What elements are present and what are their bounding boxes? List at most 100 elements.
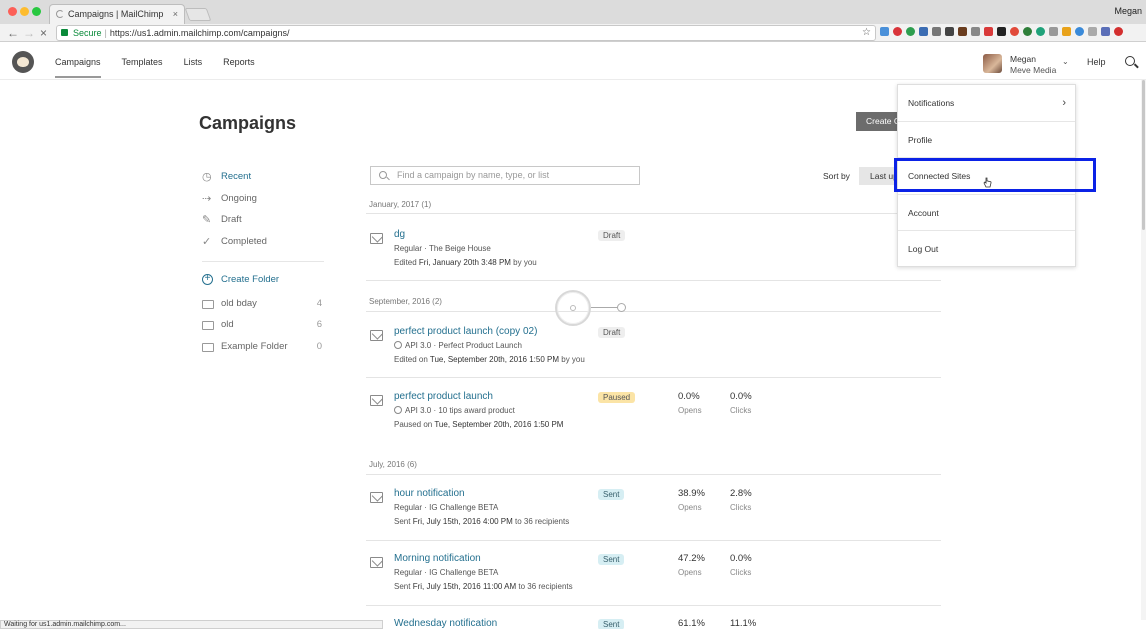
folder-item[interactable]: Example Folder 0 xyxy=(202,338,326,360)
folder-icon xyxy=(202,343,214,353)
filter-label: Recent xyxy=(221,171,252,182)
forward-arrow-icon[interactable]: → xyxy=(23,25,35,41)
filter-draft[interactable]: ✎ Draft xyxy=(202,211,326,233)
browser-tab[interactable]: Campaigns | MailChimp × xyxy=(49,4,185,24)
campaign-name[interactable]: Morning notification xyxy=(394,553,481,564)
menu-item-notifications[interactable]: Notifications › xyxy=(898,85,1075,121)
divider xyxy=(202,260,324,262)
extension-icon[interactable] xyxy=(1114,27,1123,36)
highlight-box xyxy=(894,158,1096,192)
folder-icon xyxy=(202,321,214,331)
group-header: July, 2016 (6) xyxy=(369,460,417,469)
campaign-meta: API 3.0 · Perfect Product Launch xyxy=(394,341,522,350)
menu-item-profile[interactable]: Profile xyxy=(898,121,1075,157)
extension-icon[interactable] xyxy=(919,27,928,36)
nav-reports[interactable]: Reports xyxy=(223,57,255,78)
close-window-button[interactable] xyxy=(8,7,17,16)
filter-ongoing[interactable]: ⇢ Ongoing xyxy=(202,190,326,212)
mailchimp-logo-icon[interactable] xyxy=(12,51,34,73)
extension-icon[interactable] xyxy=(906,27,915,36)
campaign-row[interactable]: perfect product launch (copy 02) API 3.0… xyxy=(366,326,941,376)
opens-label: Opens xyxy=(678,568,702,577)
filter-completed[interactable]: ✓ Completed xyxy=(202,233,326,255)
scrollbar-thumb[interactable] xyxy=(1142,80,1145,230)
campaign-date: Sent Fri, July 15th, 2016 11:00 AM to 36… xyxy=(394,582,573,591)
new-tab-button[interactable] xyxy=(184,8,212,21)
opens-label: Opens xyxy=(678,503,702,512)
campaign-row[interactable]: hour notification Regular · IG Challenge… xyxy=(366,488,941,538)
status-badge: Sent xyxy=(598,489,625,500)
campaign-search-input[interactable]: Find a campaign by name, type, or list xyxy=(370,166,640,185)
create-folder-button[interactable]: + Create Folder xyxy=(202,271,326,295)
campaign-row[interactable]: dg Regular · The Beige House Edited Fri,… xyxy=(366,229,941,279)
divider xyxy=(366,311,941,312)
campaign-name[interactable]: hour notification xyxy=(394,488,465,499)
campaign-meta: API 3.0 · 10 tips award product xyxy=(394,406,515,415)
opens-value: 0.0% xyxy=(678,391,700,402)
extension-icon[interactable] xyxy=(1023,27,1032,36)
minimize-window-button[interactable] xyxy=(20,7,29,16)
nav-templates[interactable]: Templates xyxy=(122,57,163,78)
back-arrow-icon[interactable]: ← xyxy=(7,25,19,41)
campaign-name[interactable]: dg xyxy=(394,229,405,240)
tab-close-icon[interactable]: × xyxy=(173,5,178,24)
campaign-name[interactable]: perfect product launch (copy 02) xyxy=(394,326,537,337)
extension-icon[interactable] xyxy=(1088,27,1097,36)
extension-icon[interactable] xyxy=(880,27,889,36)
lock-icon xyxy=(61,29,68,36)
campaign-date: Sent Fri, July 15th, 2016 4:00 PM to 36 … xyxy=(394,517,570,526)
secure-label: Secure xyxy=(73,28,102,38)
campaign-meta: Regular · IG Challenge BETA xyxy=(394,568,499,577)
chevron-down-icon[interactable]: ⌄ xyxy=(1062,57,1069,66)
extension-icon[interactable] xyxy=(1036,27,1045,36)
dashed-arrow-icon: ⇢ xyxy=(202,192,212,205)
menu-item-account[interactable]: Account xyxy=(898,194,1075,230)
account-name[interactable]: Megan xyxy=(1010,54,1036,65)
extension-icon[interactable] xyxy=(1075,27,1084,36)
extension-icon[interactable] xyxy=(1062,27,1071,36)
loading-spinner-icon xyxy=(56,10,64,18)
bookmark-star-icon[interactable]: ☆ xyxy=(862,26,871,40)
maximize-window-button[interactable] xyxy=(32,7,41,16)
url-input[interactable]: Secure | https://us1.admin.mailchimp.com/c… xyxy=(56,25,876,41)
filter-label: Draft xyxy=(221,214,242,226)
create-folder-label: Create Folder xyxy=(221,273,280,285)
folder-item[interactable]: old bday 4 xyxy=(202,295,326,317)
nav-lists[interactable]: Lists xyxy=(184,57,203,78)
os-user-name[interactable]: Megan xyxy=(1114,6,1142,16)
opens-value: 38.9% xyxy=(678,488,705,499)
sort-select[interactable]: Last updated xyxy=(859,167,899,185)
folder-name: Example Folder xyxy=(221,341,288,353)
search-icon[interactable] xyxy=(1125,56,1135,66)
campaign-row[interactable]: Morning notification Regular · IG Challe… xyxy=(366,553,941,603)
folder-count: 6 xyxy=(316,319,322,331)
menu-item-log-out[interactable]: Log Out xyxy=(898,230,1075,266)
avatar[interactable] xyxy=(983,54,1002,73)
extension-icon[interactable] xyxy=(1049,27,1058,36)
envelope-icon xyxy=(370,330,383,341)
campaign-name[interactable]: Wednesday notification xyxy=(394,618,497,629)
main-nav: Campaigns Templates Lists Reports xyxy=(55,57,255,78)
extension-icon[interactable] xyxy=(958,27,967,36)
extension-icon[interactable] xyxy=(984,27,993,36)
extension-icon[interactable] xyxy=(971,27,980,36)
pencil-icon: ✎ xyxy=(202,214,212,227)
clicks-label: Clicks xyxy=(730,503,752,512)
filter-recent[interactable]: ◷ Recent xyxy=(202,168,326,190)
campaign-row[interactable]: perfect product launch API 3.0 · 10 tips… xyxy=(366,391,941,441)
help-link[interactable]: Help xyxy=(1087,57,1106,67)
extension-icon[interactable] xyxy=(997,27,1006,36)
folder-item[interactable]: old 6 xyxy=(202,316,326,338)
extension-icon[interactable] xyxy=(893,27,902,36)
nav-campaigns[interactable]: Campaigns xyxy=(55,57,101,78)
extension-icon[interactable] xyxy=(945,27,954,36)
click-indicator-line xyxy=(591,307,618,308)
campaign-name[interactable]: perfect product launch xyxy=(394,391,493,402)
campaign-row[interactable]: Wednesday notification Sent 61.1% 11.1% xyxy=(366,618,941,629)
extension-icon[interactable] xyxy=(1010,27,1019,36)
extension-icon[interactable] xyxy=(932,27,941,36)
stop-loading-icon[interactable]: × xyxy=(40,25,47,41)
account-org[interactable]: Meve Media xyxy=(1010,65,1056,76)
extension-icon[interactable] xyxy=(1101,27,1110,36)
campaign-meta: Regular · IG Challenge BETA xyxy=(394,503,499,512)
